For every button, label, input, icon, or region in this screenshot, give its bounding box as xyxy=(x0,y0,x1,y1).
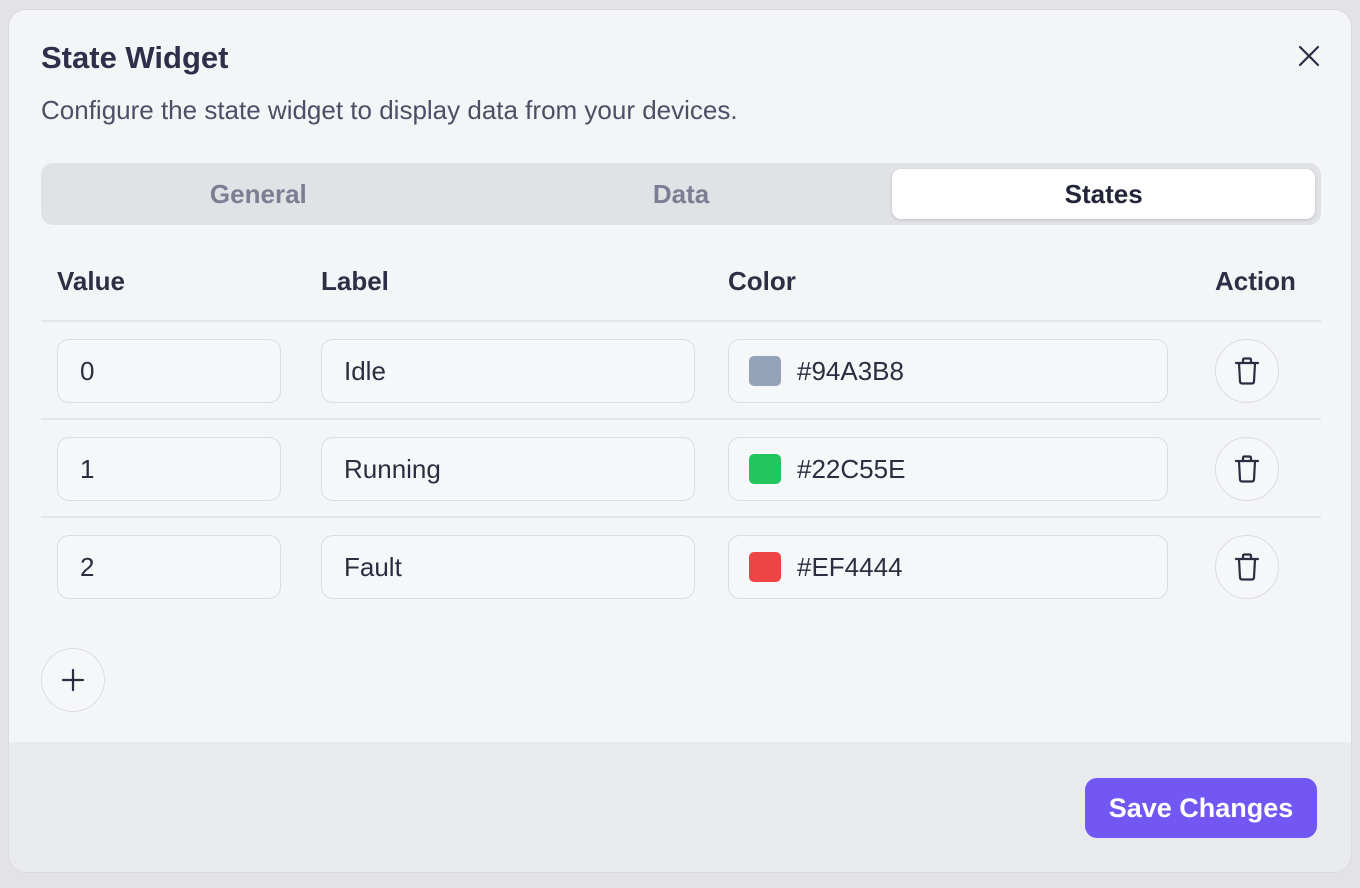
state-color-hex: #22C55E xyxy=(797,453,906,484)
state-value-text: 0 xyxy=(80,355,95,386)
state-value-text: 2 xyxy=(80,551,95,582)
states-table-header: Value Label Color Action xyxy=(41,262,1321,322)
state-value-input[interactable]: 0 xyxy=(57,339,281,403)
color-swatch[interactable] xyxy=(749,552,781,582)
column-header-value: Value xyxy=(57,266,125,296)
delete-state-button[interactable] xyxy=(1215,535,1279,599)
close-icon xyxy=(1298,45,1320,67)
state-label-text: Idle xyxy=(344,355,386,386)
state-label-text: Running xyxy=(344,453,441,484)
state-label-input[interactable]: Idle xyxy=(321,339,695,403)
tab-data[interactable]: Data xyxy=(470,169,893,219)
delete-state-button[interactable] xyxy=(1215,437,1279,501)
color-swatch[interactable] xyxy=(749,356,781,386)
dialog-footer: Save Changes xyxy=(9,742,1351,872)
tab-states[interactable]: States xyxy=(892,169,1316,219)
trash-icon xyxy=(1234,553,1260,581)
color-swatch[interactable] xyxy=(749,454,781,484)
dialog-title: State Widget xyxy=(41,40,229,75)
state-value-input[interactable]: 1 xyxy=(57,437,281,501)
column-header-label: Label xyxy=(321,266,389,296)
plus-icon xyxy=(61,668,85,692)
state-widget-dialog: State Widget Configure the state widget … xyxy=(8,9,1352,873)
trash-icon xyxy=(1234,357,1260,385)
state-color-hex: #94A3B8 xyxy=(797,355,904,386)
state-label-text: Fault xyxy=(344,551,402,582)
tab-bar: General Data States xyxy=(41,163,1321,225)
state-label-input[interactable]: Running xyxy=(321,437,695,501)
state-value-text: 1 xyxy=(80,453,95,484)
dialog-subtitle: Configure the state widget to display da… xyxy=(41,95,738,125)
tab-general[interactable]: General xyxy=(47,169,470,219)
column-header-color: Color xyxy=(728,266,796,296)
state-color-hex: #EF4444 xyxy=(797,551,903,582)
delete-state-button[interactable] xyxy=(1215,339,1279,403)
table-row: 1 Running #22C55E xyxy=(41,420,1321,518)
close-button[interactable] xyxy=(1291,38,1327,74)
state-label-input[interactable]: Fault xyxy=(321,535,695,599)
state-color-picker[interactable]: #94A3B8 xyxy=(728,339,1168,403)
table-row: 0 Idle #94A3B8 xyxy=(41,322,1321,420)
state-color-picker[interactable]: #22C55E xyxy=(728,437,1168,501)
table-row: 2 Fault #EF4444 xyxy=(41,518,1321,616)
add-state-button[interactable] xyxy=(41,648,105,712)
state-color-picker[interactable]: #EF4444 xyxy=(728,535,1168,599)
save-changes-button[interactable]: Save Changes xyxy=(1085,778,1317,838)
trash-icon xyxy=(1234,455,1260,483)
column-header-action: Action xyxy=(1215,266,1296,296)
state-value-input[interactable]: 2 xyxy=(57,535,281,599)
